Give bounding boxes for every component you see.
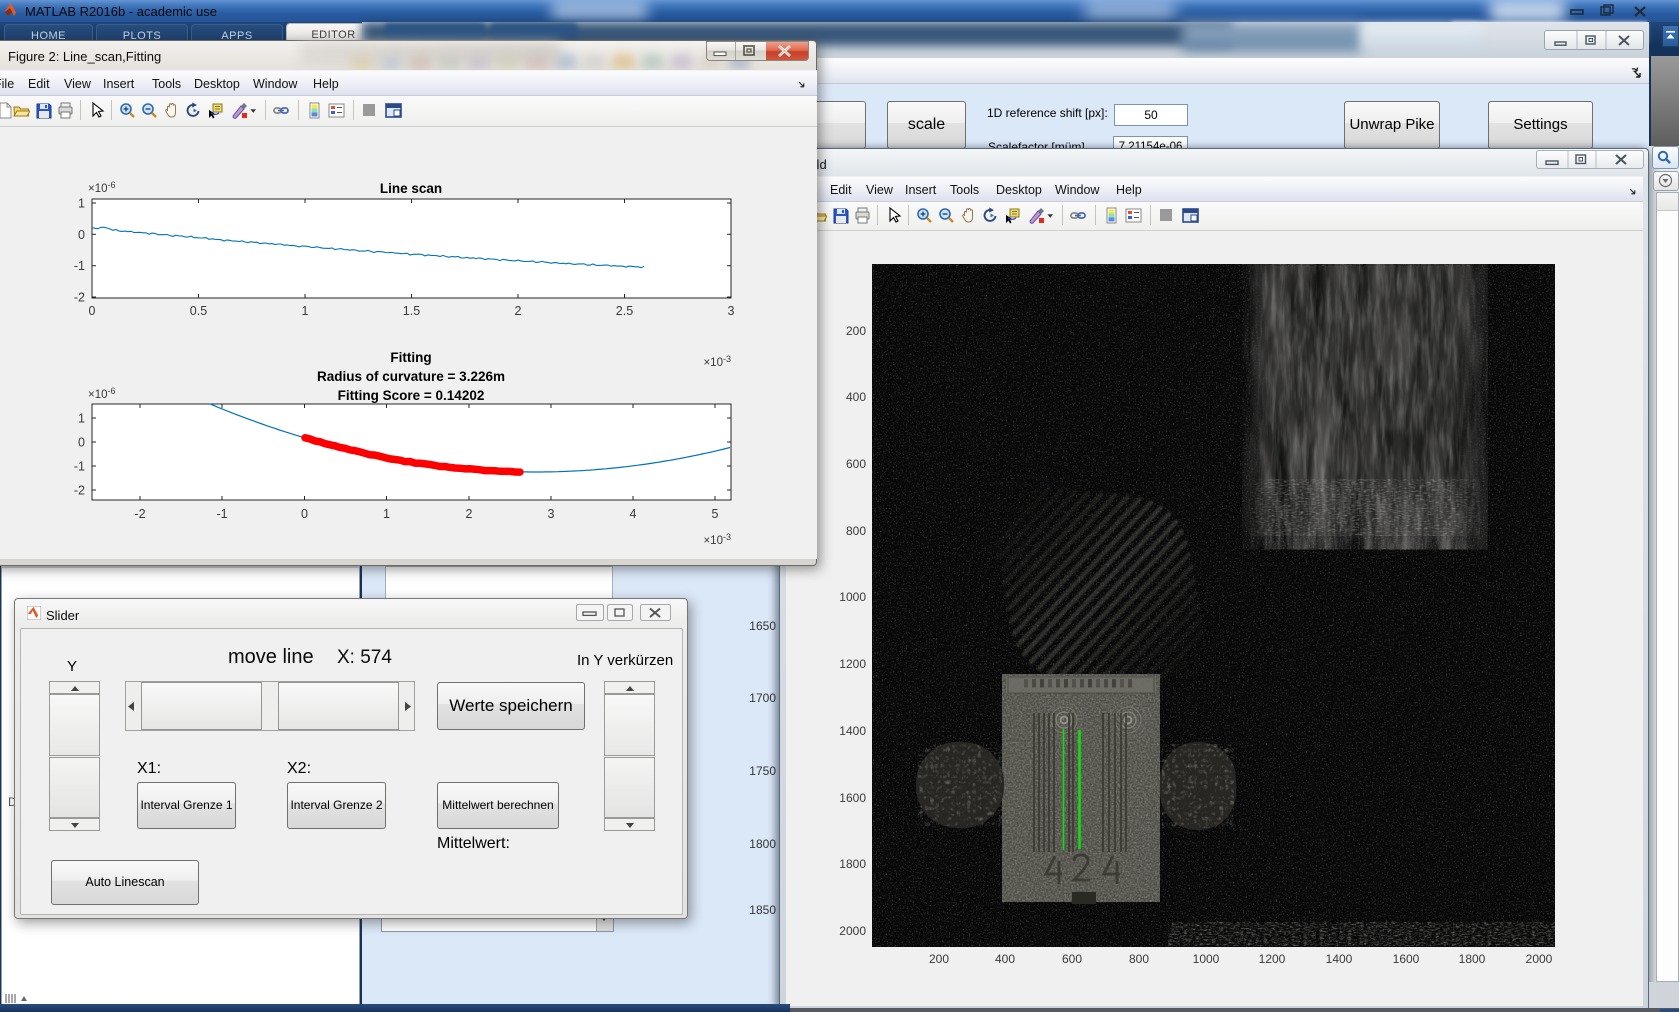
svg-text:1: 1 — [78, 412, 85, 426]
svg-text:-1: -1 — [216, 507, 227, 521]
svg-text:3: 3 — [728, 304, 735, 318]
svg-text:1: 1 — [302, 304, 309, 318]
svg-text:2.5: 2.5 — [616, 304, 633, 318]
svg-text:2: 2 — [515, 304, 522, 318]
svg-text:1.5: 1.5 — [403, 304, 420, 318]
svg-text:Radius of curvature = 3.226m: Radius of curvature = 3.226m — [317, 369, 505, 384]
svg-text:2: 2 — [466, 507, 473, 521]
svg-text:-2: -2 — [74, 484, 85, 498]
svg-text:×10-3: ×10-3 — [703, 532, 731, 547]
svg-text:0.5: 0.5 — [190, 304, 207, 318]
svg-text:5: 5 — [712, 507, 719, 521]
svg-text:-1: -1 — [74, 259, 85, 273]
svg-text:×10-6: ×10-6 — [88, 386, 116, 401]
svg-text:-2: -2 — [74, 291, 85, 305]
svg-text:Fitting: Fitting — [390, 350, 431, 365]
svg-text:0: 0 — [89, 304, 96, 318]
svg-text:3: 3 — [548, 507, 555, 521]
svg-text:Fitting Score = 0.14202: Fitting Score = 0.14202 — [338, 388, 485, 403]
svg-text:0: 0 — [78, 228, 85, 242]
svg-text:×10-6: ×10-6 — [88, 180, 116, 195]
svg-text:×10-3: ×10-3 — [703, 354, 731, 369]
svg-text:0: 0 — [78, 436, 85, 450]
svg-text:-2: -2 — [134, 507, 145, 521]
svg-text:0: 0 — [301, 507, 308, 521]
svg-text:1: 1 — [78, 197, 85, 211]
svg-text:Line scan: Line scan — [380, 181, 442, 196]
svg-text:1: 1 — [383, 507, 390, 521]
svg-text:-1: -1 — [74, 460, 85, 474]
svg-text:4: 4 — [630, 507, 637, 521]
